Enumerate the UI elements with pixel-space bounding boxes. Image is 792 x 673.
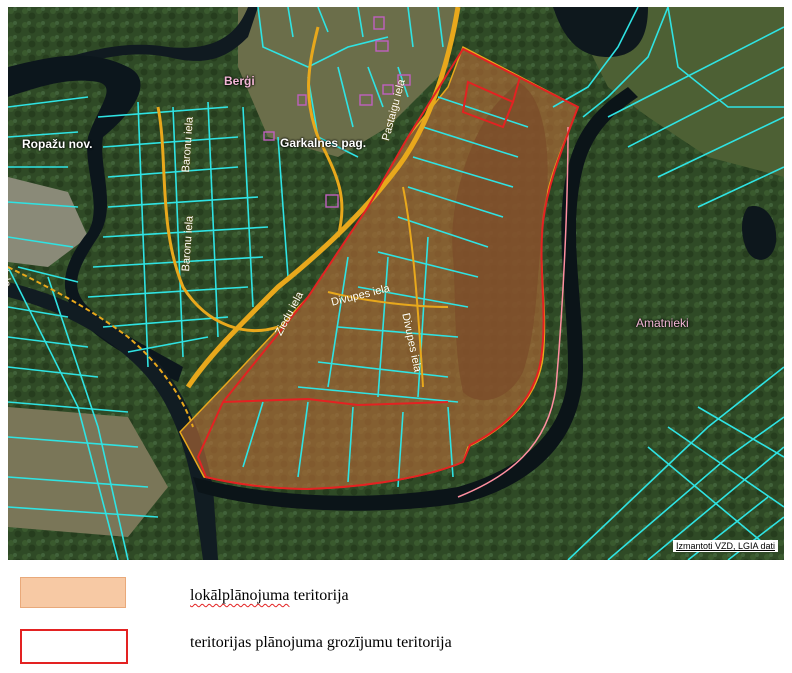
local-plan-swatch — [20, 577, 126, 608]
legend-item-amendment — [20, 629, 128, 664]
legend-label-amendment: teritorijas plānojuma grozījumu teritori… — [190, 634, 452, 651]
label-amatnieki: Amatnieki — [636, 316, 689, 330]
label-garkalnes: Garkalnes pag. — [280, 136, 367, 150]
legend-label-local-plan-word: lokālplānojuma — [190, 587, 290, 604]
data-credit: Izmantoti VZD, LGIA dati — [672, 540, 778, 552]
label-bergi: Berģi — [224, 74, 255, 88]
label-ropazu: Ropažu nov. — [22, 137, 93, 151]
legend-item-local-plan — [20, 577, 126, 608]
legend-label-local-plan-rest: teritorija — [289, 587, 349, 604]
amendment-swatch — [20, 629, 128, 664]
legend-label-local-plan: lokālplānojuma teritorija — [190, 587, 349, 605]
map[interactable]: Ropažu nov. Berģi Garkalnes pag. Amatnie… — [8, 7, 784, 560]
